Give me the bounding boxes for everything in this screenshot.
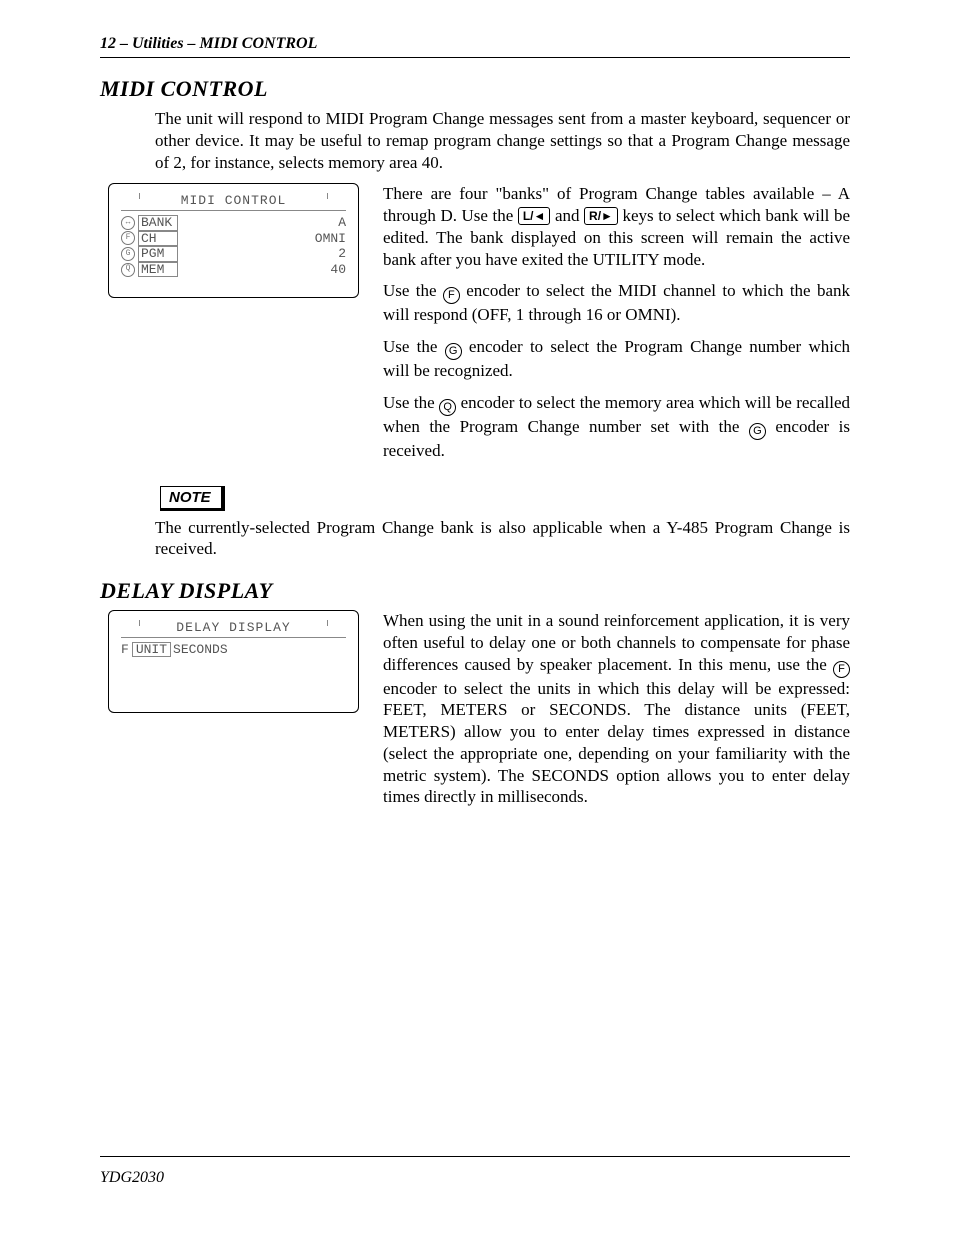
lcd-label: CH [138, 231, 178, 247]
encoder-f-icon: F [833, 661, 850, 678]
page-number: 12 [100, 35, 116, 52]
knob-icon: F [121, 231, 135, 245]
encoder-g-icon: G [445, 343, 462, 360]
midi-g-encoder-paragraph: Use the G encoder to select the Program … [383, 336, 850, 382]
lcd-label: PGM [138, 246, 178, 262]
midi-banks-paragraph: There are four "banks" of Program Change… [383, 183, 850, 270]
section-title-delay-display: DELAY DISPLAY [100, 578, 850, 604]
text: encoder to select the units in which thi… [383, 679, 850, 807]
lcd-midi-control: MIDI CONTROL ↔ BANK A F CH OMNI G PGM 2 [108, 183, 359, 298]
lcd-row-unit: F UNIT SECONDS [121, 642, 346, 658]
knob-icon: ↔ [121, 216, 135, 230]
lcd-title: MIDI CONTROL [121, 194, 346, 211]
running-header: 12 – Utilities – MIDI CONTROL [100, 35, 850, 53]
lcd-value: 2 [306, 247, 346, 261]
left-key-icon: L/◄ [518, 207, 551, 225]
text: Use the [383, 281, 443, 300]
knob-icon: F [121, 643, 129, 657]
midi-intro-paragraph: The unit will respond to MIDI Program Ch… [155, 108, 850, 173]
lcd-value: 40 [306, 263, 346, 277]
midi-q-encoder-paragraph: Use the Q encoder to select the memory a… [383, 392, 850, 462]
lcd-label: MEM [138, 262, 178, 278]
lcd-value: OMNI [306, 232, 346, 246]
lcd-row-mem: Q MEM 40 [121, 262, 346, 278]
encoder-f-icon: F [443, 287, 460, 304]
text: Use the [383, 393, 439, 412]
footer-model: YDG2030 [100, 1169, 164, 1187]
right-key-icon: R/► [584, 207, 618, 225]
encoder-g-icon: G [749, 423, 766, 440]
footer-rule [100, 1156, 850, 1157]
text: When using the unit in a sound reinforce… [383, 611, 850, 674]
lcd-row-ch: F CH OMNI [121, 231, 346, 247]
header-rule [100, 57, 850, 58]
encoder-q-icon: Q [439, 399, 456, 416]
breadcrumb: – Utilities – MIDI CONTROL [116, 35, 317, 52]
lcd-delay-display: DELAY DISPLAY F UNIT SECONDS [108, 610, 359, 713]
lcd-label: BANK [138, 215, 178, 231]
lcd-title: DELAY DISPLAY [121, 621, 346, 638]
delay-display-paragraph: When using the unit in a sound reinforce… [383, 610, 850, 808]
lcd-value: SECONDS [173, 643, 228, 657]
note-label-box: NOTE [160, 486, 225, 511]
section-title-midi-control: MIDI CONTROL [100, 76, 850, 102]
lcd-label: UNIT [132, 642, 171, 658]
text: and [550, 206, 584, 225]
lcd-value: A [306, 216, 346, 230]
knob-icon: Q [121, 263, 135, 277]
lcd-row-bank: ↔ BANK A [121, 215, 346, 231]
text: Use the [383, 337, 445, 356]
note-text: The currently-selected Program Change ba… [155, 517, 850, 561]
knob-icon: G [121, 247, 135, 261]
midi-f-encoder-paragraph: Use the F encoder to select the MIDI cha… [383, 280, 850, 326]
lcd-row-pgm: G PGM 2 [121, 246, 346, 262]
